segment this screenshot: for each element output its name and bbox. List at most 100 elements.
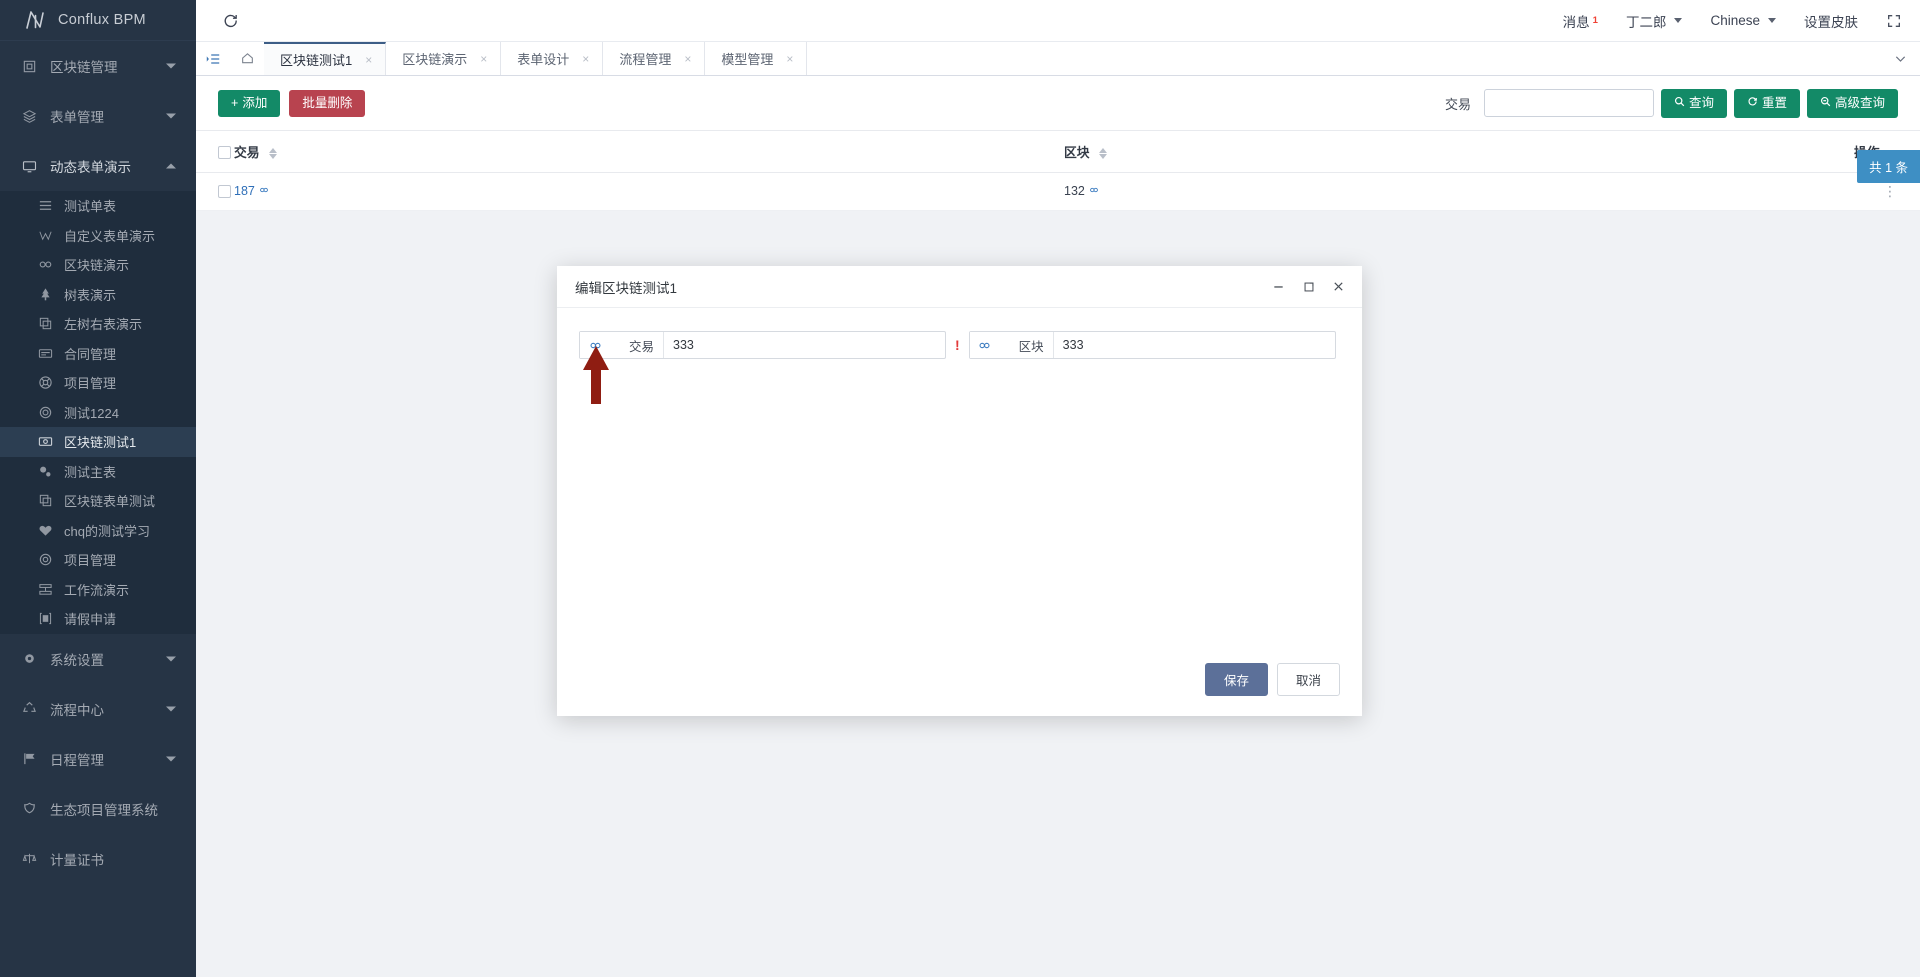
dialog-title: 编辑区块链测试1 xyxy=(575,280,678,296)
sidebar-group-label: 流程中心 xyxy=(50,702,104,718)
close-icon[interactable]: × xyxy=(365,54,372,66)
home-icon[interactable] xyxy=(230,42,264,75)
field-block-input[interactable] xyxy=(1053,332,1335,358)
sidebar-item-workflow-demo[interactable]: 工作流演示 xyxy=(0,575,196,605)
sidebar-item-label: chq的测试学习 xyxy=(64,523,150,539)
row-select-cell xyxy=(196,172,234,211)
row-checkbox[interactable] xyxy=(218,185,231,199)
sidebar-item-tree-table[interactable]: 树表演示 xyxy=(0,280,196,310)
sidebar-item-test-main-table[interactable]: 测试主表 xyxy=(0,457,196,487)
maximize-icon[interactable] xyxy=(1301,279,1316,294)
select-all-header xyxy=(196,129,234,173)
form-row: 交易 ! 区块 xyxy=(579,331,1340,359)
sidebar-group-dynamic-form[interactable]: 动态表单演示 xyxy=(0,141,196,191)
sort-icon[interactable] xyxy=(269,147,278,159)
search-minus-icon xyxy=(1820,96,1831,111)
search-area: 交易 查询 重置 高级查询 xyxy=(1445,89,1898,118)
chevron-down-icon xyxy=(166,63,176,69)
minimize-icon[interactable] xyxy=(1271,279,1286,294)
refresh-icon[interactable] xyxy=(214,5,246,37)
cell-trade[interactable]: 187 xyxy=(234,172,1064,211)
sidebar-item-blockchain-demo[interactable]: 区块链演示 xyxy=(0,250,196,280)
batch-delete-label: 批量删除 xyxy=(302,95,353,110)
sidebar-group-eco-project-system[interactable]: 生态项目管理系统 xyxy=(0,784,196,834)
sidebar-item-test-1224[interactable]: 测试1224 xyxy=(0,398,196,428)
sidebar-item-contract[interactable]: 合同管理 xyxy=(0,339,196,369)
cell-block[interactable]: 132 xyxy=(1064,172,1854,211)
table-row[interactable]: 187 132 ⋮ xyxy=(196,172,1920,211)
sidebar-group-process-center[interactable]: 流程中心 xyxy=(0,684,196,734)
batch-delete-button[interactable]: 批量删除 xyxy=(289,89,366,118)
cancel-button[interactable]: 取消 xyxy=(1276,663,1340,696)
add-button[interactable]: + 添加 xyxy=(218,89,281,118)
search-input[interactable] xyxy=(1483,89,1654,118)
sort-icon[interactable] xyxy=(1099,147,1108,159)
sidebar-item-project-management-2[interactable]: 项目管理 xyxy=(0,545,196,575)
lifebuoy-icon xyxy=(38,375,53,390)
tab-label: 模型管理 xyxy=(721,52,774,67)
close-icon[interactable] xyxy=(1331,279,1346,294)
reset-button[interactable]: 重置 xyxy=(1733,89,1800,118)
sidebar-submenu: 测试单表 自定义表单演示 区块链演示 树表演示 左树右表演示 合同管理 项目管理… xyxy=(0,191,196,634)
row-actions-menu-icon[interactable]: ⋮ xyxy=(1883,183,1898,199)
close-icon[interactable]: × xyxy=(684,53,691,65)
app-root: Conflux BPM 区块链管理 表单管理 动态表单演示 测试单表 自定义表单… xyxy=(0,0,1920,977)
query-button-label: 查询 xyxy=(1688,95,1714,110)
form-icon xyxy=(22,109,37,124)
sidebar-group-form[interactable]: 表单管理 xyxy=(0,91,196,141)
sidebar-item-chq-test-study[interactable]: chq的测试学习 xyxy=(0,516,196,546)
sidebar-item-label: 区块链表单测试 xyxy=(64,494,156,510)
card-icon xyxy=(38,346,53,361)
close-icon[interactable]: × xyxy=(480,53,487,65)
chevron-down-icon xyxy=(1674,18,1683,23)
tab-process-management[interactable]: 流程管理 × xyxy=(603,42,706,75)
top-navbar: 消息 1 丁二郎 Chinese 设置皮肤 xyxy=(196,0,1920,41)
column-label: 交易 xyxy=(234,144,260,160)
select-all-checkbox[interactable] xyxy=(218,145,231,159)
messages-button[interactable]: 消息 1 xyxy=(1563,11,1598,31)
indent-list-icon[interactable] xyxy=(196,42,230,75)
sidebar-item-blockchain-test-1[interactable]: 区块链测试1 xyxy=(0,427,196,457)
close-icon[interactable]: × xyxy=(786,53,793,65)
close-icon[interactable]: × xyxy=(582,53,589,65)
sidebar-group-blockchain[interactable]: 区块链管理 xyxy=(0,41,196,91)
messages-badge: 1 xyxy=(1592,15,1598,26)
field-trade-input[interactable] xyxy=(664,332,945,358)
cell-trade-value[interactable]: 187 xyxy=(234,184,255,198)
gears-icon xyxy=(38,464,53,479)
language-menu[interactable]: Chinese xyxy=(1710,13,1776,28)
edit-dialog: 编辑区块链测试1 交易 333 ! 区块 333 保存 取消 xyxy=(557,266,1362,716)
navbar-right: 消息 1 丁二郎 Chinese 设置皮肤 xyxy=(1563,11,1902,31)
sidebar-item-label: 区块链演示 xyxy=(64,258,130,274)
sidebar-item-leave-application[interactable]: 请假申请 xyxy=(0,604,196,634)
field-block: 区块 xyxy=(968,331,1336,359)
sidebar-item-custom-form[interactable]: 自定义表单演示 xyxy=(0,221,196,251)
chain-icon xyxy=(1089,184,1099,198)
fullscreen-icon[interactable] xyxy=(1886,13,1902,29)
sidebar-item-test-table[interactable]: 测试单表 xyxy=(0,191,196,221)
heart-icon xyxy=(38,523,53,538)
sidebar-item-blockchain-form-test[interactable]: 区块链表单测试 xyxy=(0,486,196,516)
theme-button[interactable]: 设置皮肤 xyxy=(1804,11,1858,31)
brand[interactable]: Conflux BPM xyxy=(0,0,196,41)
sidebar-item-project-management-1[interactable]: 项目管理 xyxy=(0,368,196,398)
sidebar-group-system-settings[interactable]: 系统设置 xyxy=(0,634,196,684)
tab-model-management[interactable]: 模型管理 × xyxy=(705,42,808,75)
user-menu[interactable]: 丁二郎 xyxy=(1626,11,1683,31)
tab-form-design[interactable]: 表单设计 × xyxy=(501,42,604,75)
chevron-down-icon[interactable] xyxy=(1880,42,1920,75)
list-panel: + 添加 批量删除 交易 查询 重置 高级查询 交易 区块 187 132 ⋮ xyxy=(196,76,1920,211)
tab-blockchain-test-1[interactable]: 区块链测试1 × xyxy=(264,42,387,75)
sidebar-item-label: 自定义表单演示 xyxy=(64,228,156,244)
chain-icon[interactable] xyxy=(969,332,1000,358)
sidebar-item-left-tree-right-table[interactable]: 左树右表演示 xyxy=(0,309,196,339)
sidebar-group-metering-certificate[interactable]: 计量证书 xyxy=(0,834,196,884)
sidebar-group-label: 表单管理 xyxy=(50,110,104,125)
advanced-query-button[interactable]: 高级查询 xyxy=(1806,89,1898,118)
tab-blockchain-demo[interactable]: 区块链演示 × xyxy=(386,42,502,75)
query-button[interactable]: 查询 xyxy=(1660,89,1727,118)
column-header-trade[interactable]: 交易 xyxy=(234,129,1064,173)
column-header-block[interactable]: 区块 xyxy=(1064,129,1854,173)
sidebar-group-schedule[interactable]: 日程管理 xyxy=(0,734,196,784)
save-button[interactable]: 保存 xyxy=(1204,663,1268,696)
